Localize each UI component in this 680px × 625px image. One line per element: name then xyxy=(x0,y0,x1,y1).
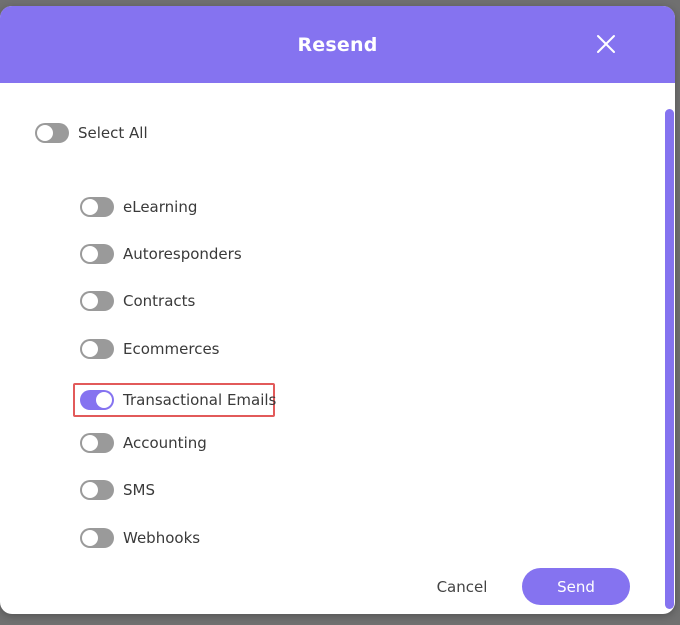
contracts-toggle[interactable] xyxy=(80,291,114,311)
option-row-sms[interactable]: SMS xyxy=(80,478,155,502)
option-label: Autoresponders xyxy=(123,245,242,263)
accounting-toggle[interactable] xyxy=(80,433,114,453)
modal-title: Resend xyxy=(297,33,378,56)
option-label: eLearning xyxy=(123,198,198,216)
toggle-knob xyxy=(96,392,112,408)
option-row-elearning[interactable]: eLearning xyxy=(80,195,197,219)
option-label: Transactional Emails xyxy=(123,391,277,409)
sms-toggle[interactable] xyxy=(80,480,114,500)
option-label: SMS xyxy=(123,481,155,499)
ecommerces-toggle[interactable] xyxy=(80,339,114,359)
option-row-autoresponders[interactable]: Autoresponders xyxy=(80,242,242,266)
select-all-toggle[interactable] xyxy=(35,123,69,143)
scrollbar[interactable] xyxy=(665,109,674,609)
option-row-accounting[interactable]: Accounting xyxy=(80,431,207,455)
option-row-transactional-emails[interactable]: Transactional Emails xyxy=(80,388,276,412)
toggle-knob xyxy=(82,435,98,451)
send-button[interactable]: Send xyxy=(522,568,630,605)
toggle-knob xyxy=(82,482,98,498)
toggle-knob xyxy=(82,530,98,546)
option-label: Accounting xyxy=(123,434,207,452)
toggle-knob xyxy=(82,199,98,215)
modal-header: Resend xyxy=(0,6,675,83)
toggle-knob xyxy=(37,125,53,141)
modal-body: Select All eLearning Autoresponders Cont… xyxy=(0,83,675,614)
cancel-button[interactable]: Cancel xyxy=(418,568,506,606)
option-label: Webhooks xyxy=(123,529,201,547)
toggle-knob xyxy=(82,246,98,262)
select-all-row[interactable]: Select All xyxy=(35,121,148,145)
select-all-label: Select All xyxy=(78,124,148,142)
transactional-emails-toggle[interactable] xyxy=(80,390,114,410)
option-row-ecommerces[interactable]: Ecommerces xyxy=(80,337,219,361)
option-label: Contracts xyxy=(123,292,196,310)
webhooks-toggle[interactable] xyxy=(80,528,114,548)
close-button[interactable] xyxy=(595,33,617,55)
close-icon xyxy=(597,35,615,53)
autoresponders-toggle[interactable] xyxy=(80,244,114,264)
toggle-knob xyxy=(82,293,98,309)
resend-modal: Resend Select All eLearning Autoresponde… xyxy=(0,6,675,614)
elearning-toggle[interactable] xyxy=(80,197,114,217)
option-row-contracts[interactable]: Contracts xyxy=(80,289,195,313)
toggle-knob xyxy=(82,341,98,357)
option-label: Ecommerces xyxy=(123,340,220,358)
option-row-webhooks[interactable]: Webhooks xyxy=(80,526,200,550)
